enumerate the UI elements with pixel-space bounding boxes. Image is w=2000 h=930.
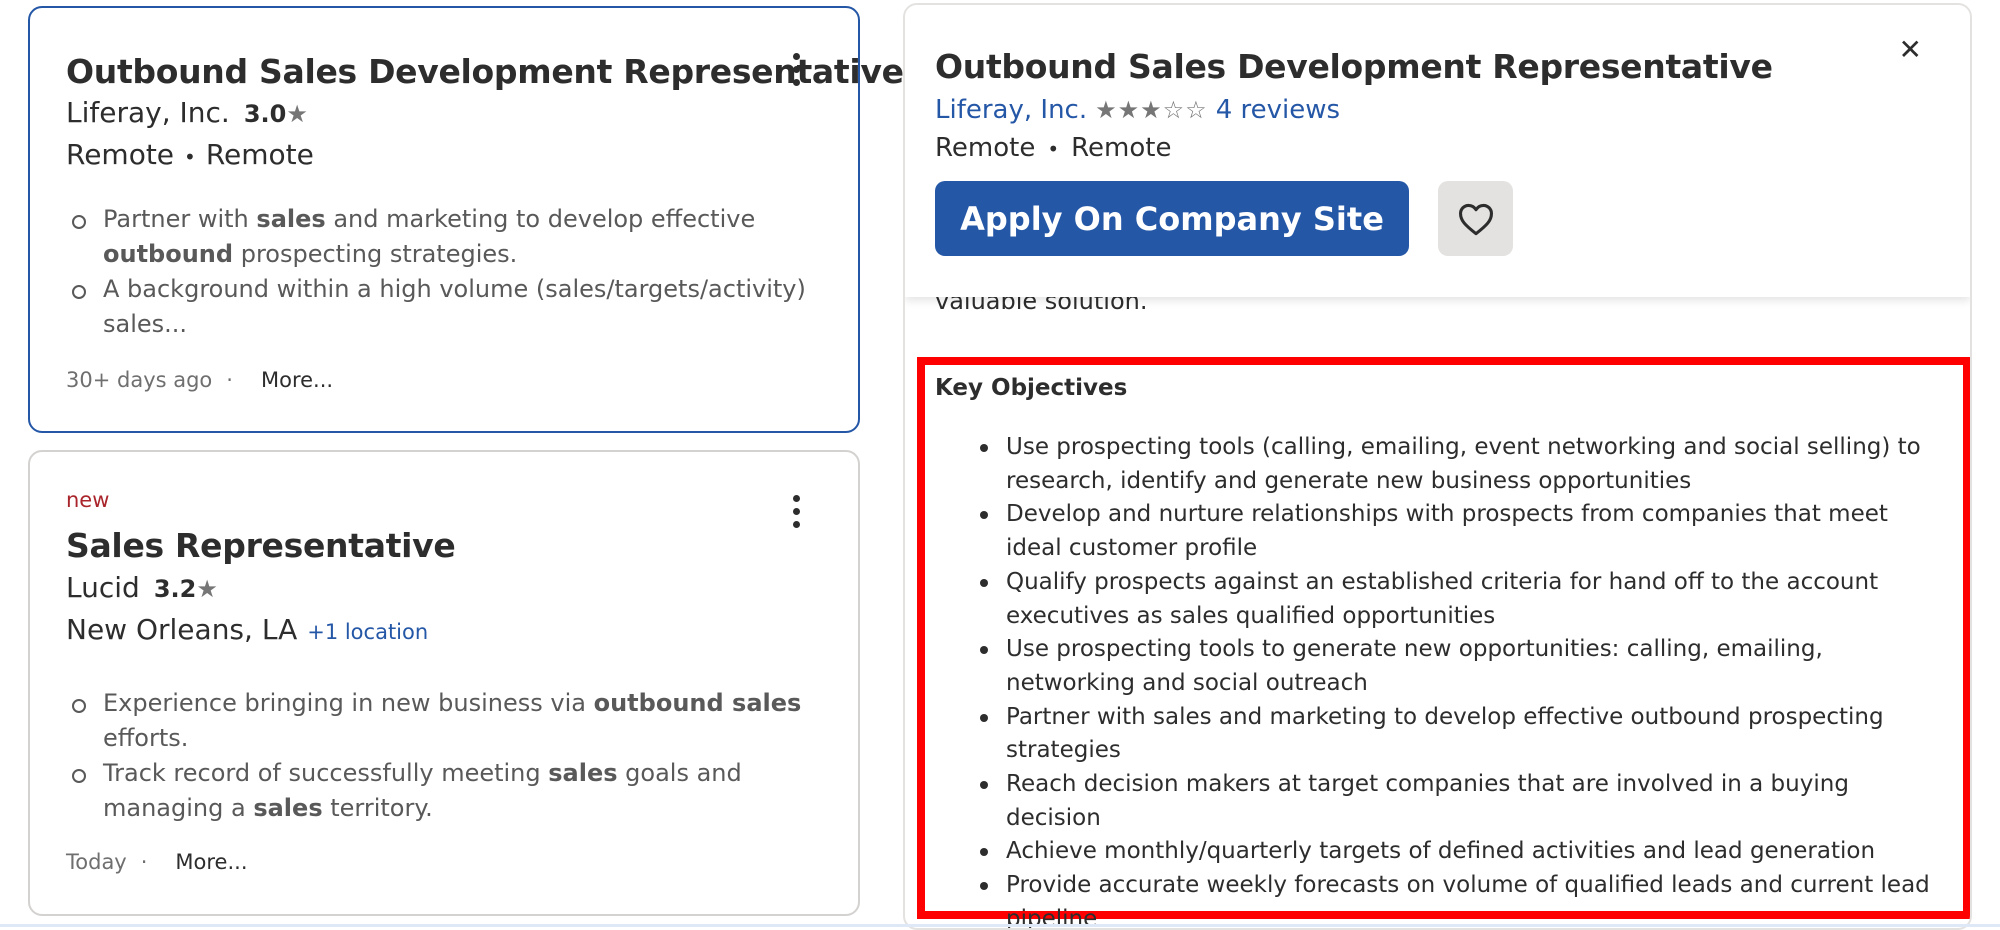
star-icon: ★ [286,100,308,128]
rating-stars-icon: ★★★☆☆ [1095,96,1208,124]
job-snippet: Partner with sales and marketing to deve… [66,202,826,342]
snippet-item: A background within a high volume (sales… [66,272,826,342]
more-link[interactable]: More... [261,368,333,392]
objective-item: Provide accurate weekly forecasts on vol… [935,869,1935,928]
company-rating: 3.2★ [153,575,218,603]
card-footer: 30+ days ago · More... [66,368,334,392]
reviews-link[interactable]: 4 reviews [1216,95,1340,125]
star-icon: ★ [196,575,218,603]
save-job-button[interactable] [1438,181,1513,256]
key-objectives-list: Use prospecting tools (calling, emailing… [935,431,1935,928]
company-line: Liferay, Inc. 3.0★ [66,96,308,129]
objective-item: Use prospecting tools (calling, emailing… [935,431,1935,498]
job-detail-panel[interactable]: ✕ Outbound Sales Development Representat… [903,3,1972,930]
detail-location: Remote • Remote [935,133,1172,163]
job-location: New Orleans, LA +1 location [66,613,429,646]
company-link[interactable]: Liferay, Inc. [935,95,1087,125]
objective-item: Achieve monthly/quarterly targets of def… [935,835,1935,869]
key-objectives-heading: Key Objectives [935,375,1128,401]
detail-company-line: Liferay, Inc. ★★★☆☆ 4 reviews [935,95,1340,125]
objective-item: Partner with sales and marketing to deve… [935,701,1935,768]
snippet-item: Track record of successfully meeting sal… [66,756,826,826]
snippet-item: Experience bringing in new business via … [66,686,826,756]
posted-date: 30+ days ago [66,368,213,392]
bottom-divider [0,924,2000,927]
extra-location-link[interactable]: +1 location [307,620,428,644]
detail-job-title: Outbound Sales Development Representativ… [935,47,1773,86]
company-name: Lucid [66,571,140,604]
job-card-outbound-sdr[interactable]: Outbound Sales Development Representativ… [28,6,904,433]
company-line: Lucid 3.2★ [66,571,218,604]
more-link[interactable]: More... [175,850,247,874]
heart-icon [1458,203,1493,235]
new-badge: new [66,488,110,512]
more-options-icon[interactable] [779,490,813,532]
apply-on-company-site-button[interactable]: Apply On Company Site [935,181,1409,256]
job-title[interactable]: Sales Representative [66,526,456,565]
card-footer: Today · More... [66,850,248,874]
job-detail-header: ✕ Outbound Sales Development Representat… [905,5,1970,297]
job-card-sales-rep[interactable]: new Sales Representative Lucid 3.2★ New … [28,450,860,916]
objective-item: Qualify prospects against an established… [935,566,1935,633]
objective-item: Reach decision makers at target companie… [935,768,1935,835]
close-icon[interactable]: ✕ [1899,33,1922,66]
snippet-item: Partner with sales and marketing to deve… [66,202,826,272]
objective-item: Develop and nurture relationships with p… [935,498,1935,565]
objective-item: Use prospecting tools to generate new op… [935,633,1935,700]
job-title[interactable]: Outbound Sales Development Representativ… [66,52,904,91]
job-snippet: Experience bringing in new business via … [66,686,826,826]
company-rating: 3.0★ [243,100,308,128]
posted-date: Today [66,850,127,874]
company-name: Liferay, Inc. [66,96,230,129]
job-location: Remote • Remote [66,138,314,171]
